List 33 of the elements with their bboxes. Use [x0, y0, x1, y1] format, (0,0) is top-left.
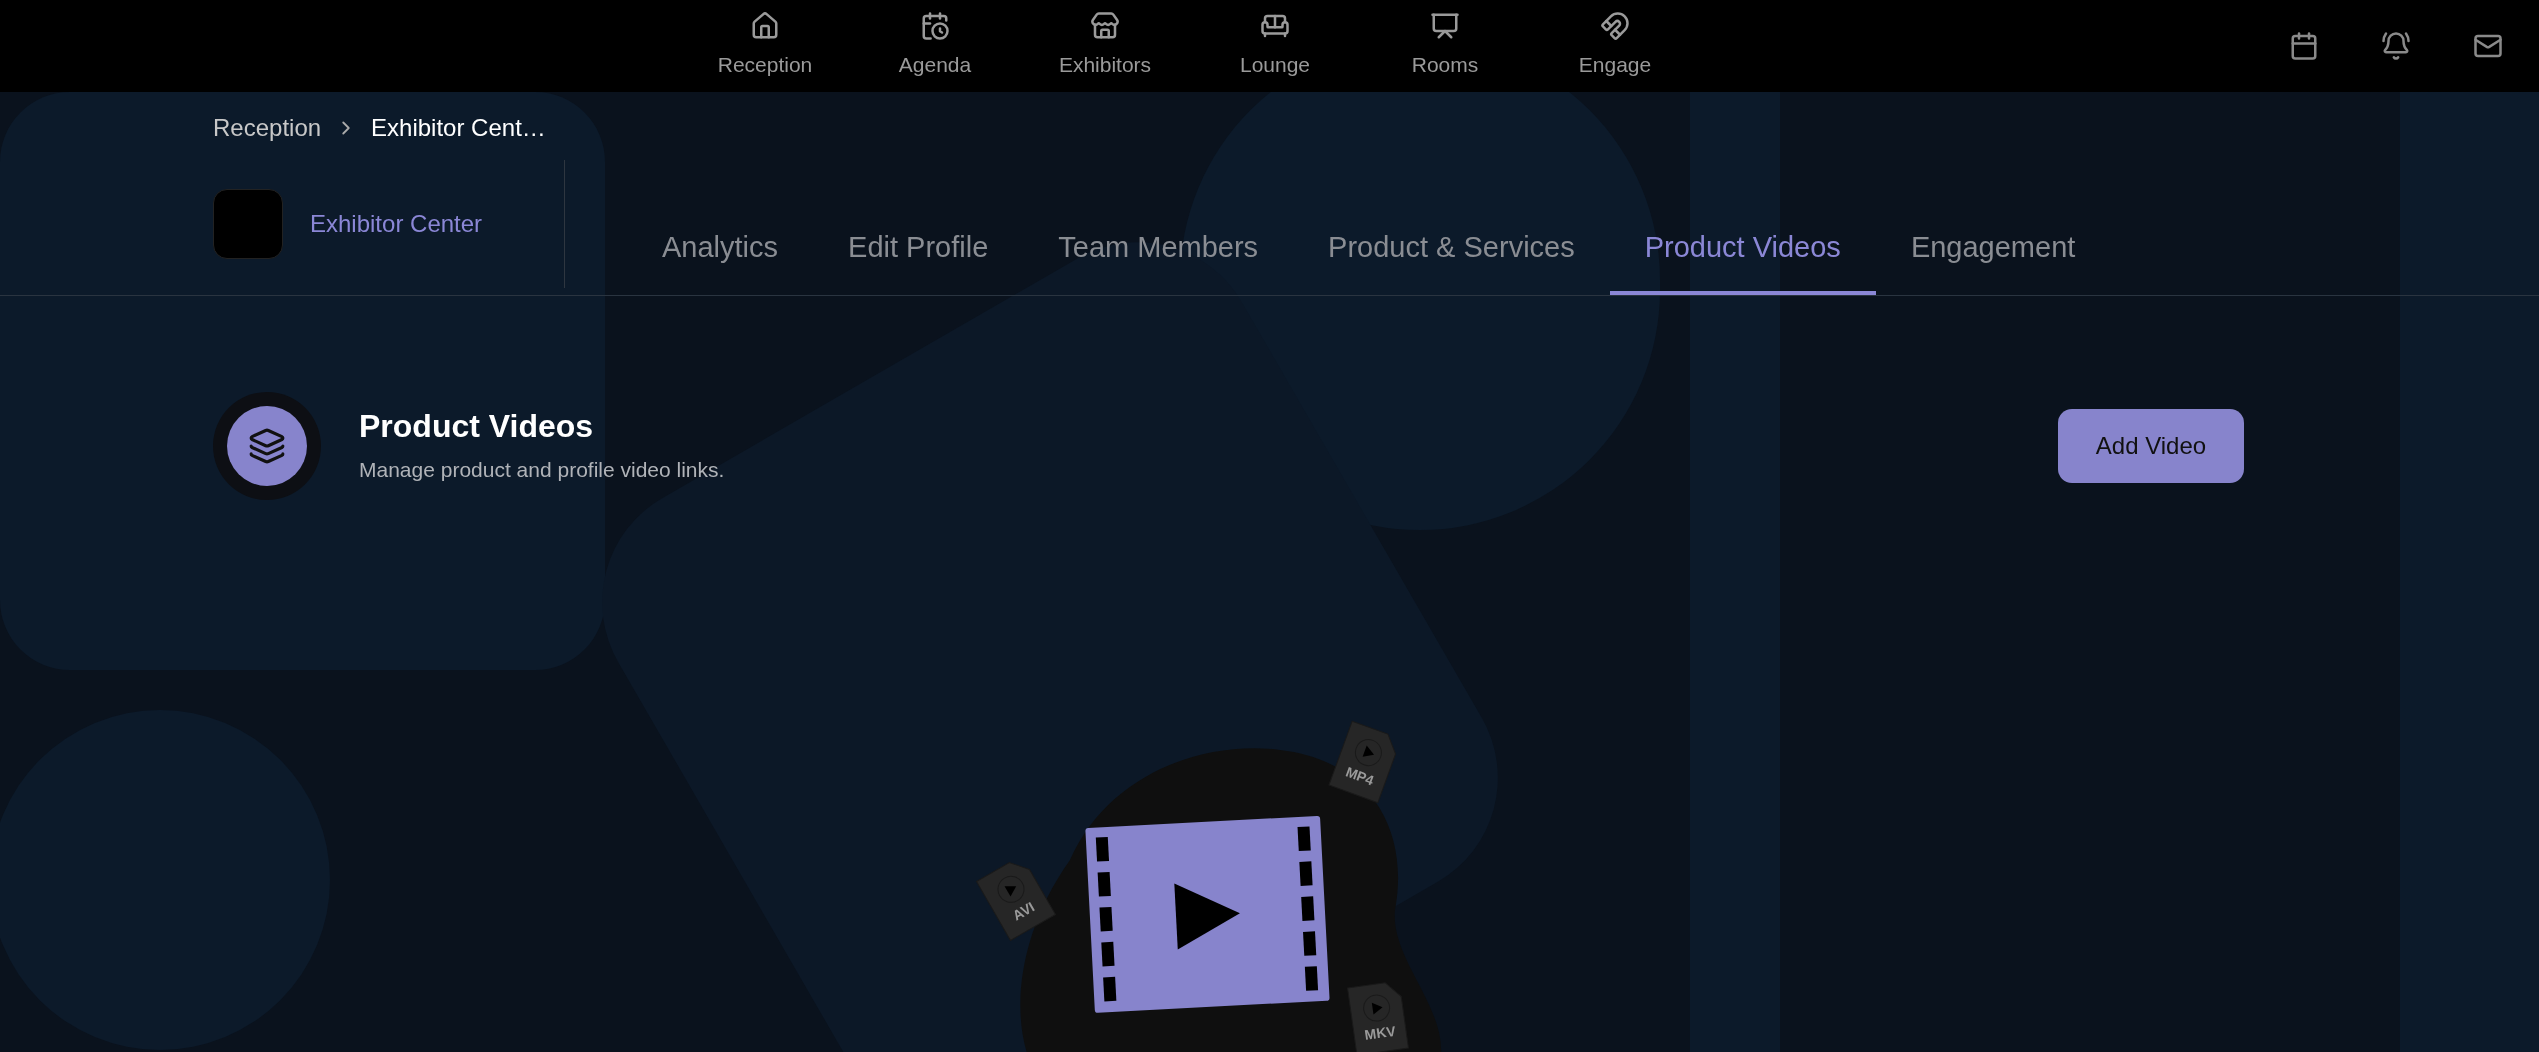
file-format-label: MP4: [1343, 763, 1377, 789]
store-icon: [1090, 11, 1120, 42]
tab[interactable]: Team Members: [1023, 225, 1294, 295]
section-title: Product Videos: [359, 407, 595, 447]
tab[interactable]: Product Videos: [1609, 225, 1876, 295]
nav-item[interactable]: Rooms: [1360, 0, 1530, 92]
house-icon: [750, 11, 780, 42]
tab[interactable]: Product & Services: [1293, 225, 1610, 295]
file-format-label: MKV: [1363, 1022, 1397, 1043]
nav-item[interactable]: Reception: [680, 0, 850, 92]
play-circle-icon: [1354, 739, 1382, 767]
nav-item[interactable]: Agenda: [850, 0, 1020, 92]
breadcrumb-link[interactable]: Reception: [213, 110, 322, 146]
exhibitor-logo: [213, 189, 283, 259]
breadcrumb-link[interactable]: Exhibitor Cent…: [371, 110, 546, 146]
file-format-label: AVI: [1009, 898, 1038, 924]
nav-item[interactable]: Engage: [1530, 0, 1700, 92]
magnet-icon: [1600, 11, 1630, 42]
exhibitor-name: Exhibitor Center: [310, 209, 483, 239]
notification-bell-icon[interactable]: [2381, 31, 2411, 61]
calendar-icon[interactable]: [2289, 31, 2319, 61]
play-circle-icon: [997, 875, 1025, 903]
play-circle-icon: [1363, 994, 1391, 1022]
tab[interactable]: Edit Profile: [813, 225, 1024, 295]
layers-icon: [248, 427, 286, 465]
tab[interactable]: Analytics: [627, 225, 814, 295]
nav-item[interactable]: Lounge: [1190, 0, 1360, 92]
presentation-screen-icon: [1430, 11, 1460, 42]
section-subtitle: Manage product and profile video links.: [359, 457, 725, 484]
nav-item[interactable]: Exhibitors: [1020, 0, 1190, 92]
add-video-button[interactable]: Add Video: [2058, 409, 2244, 483]
calendar-clock-icon: [920, 11, 950, 42]
tab[interactable]: Engagement: [1875, 225, 2111, 295]
